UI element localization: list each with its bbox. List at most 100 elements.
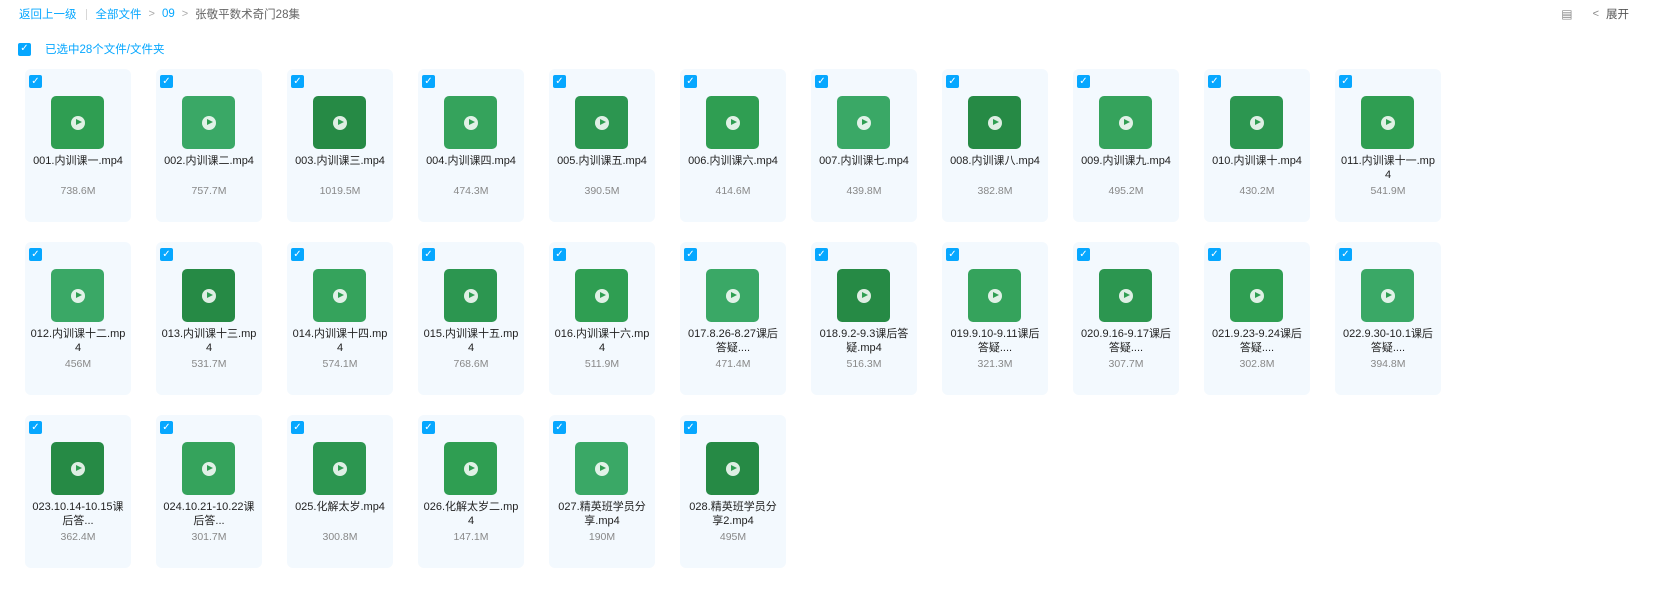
file-checkbox[interactable]: ✓ [1208, 248, 1221, 261]
file-name: 012.内训课十二.mp4 [30, 328, 126, 354]
file-checkbox[interactable]: ✓ [553, 75, 566, 88]
file-checkbox[interactable]: ✓ [946, 248, 959, 261]
video-thumbnail [182, 96, 235, 149]
file-checkbox[interactable]: ✓ [553, 248, 566, 261]
play-icon [201, 115, 216, 130]
play-icon [332, 115, 347, 130]
file-checkbox[interactable]: ✓ [684, 248, 697, 261]
video-thumbnail [51, 96, 104, 149]
file-card[interactable]: ✓ 017.8.26-8.27课后答疑.... 471.4M [680, 242, 786, 395]
file-card[interactable]: ✓ 003.内训课三.mp4 1019.5M [287, 69, 393, 222]
file-checkbox[interactable]: ✓ [291, 421, 304, 434]
file-card[interactable]: ✓ 019.9.10-9.11课后答疑.... 321.3M [942, 242, 1048, 395]
file-card[interactable]: ✓ 020.9.16-9.17课后答疑.... 307.7M [1073, 242, 1179, 395]
file-checkbox[interactable]: ✓ [160, 75, 173, 88]
file-checkbox[interactable]: ✓ [160, 421, 173, 434]
file-checkbox[interactable]: ✓ [422, 248, 435, 261]
file-size: 394.8M [1370, 358, 1406, 370]
video-thumbnail [575, 269, 628, 322]
file-card[interactable]: ✓ 010.内训课十.mp4 430.2M [1204, 69, 1310, 222]
play-icon [1118, 288, 1133, 303]
video-thumbnail [837, 96, 890, 149]
file-size: 474.3M [453, 185, 489, 197]
file-name: 016.内训课十六.mp4 [554, 328, 650, 354]
breadcrumb-current-folder: 张敬平数术奇门28集 [195, 9, 300, 21]
file-checkbox[interactable]: ✓ [29, 421, 42, 434]
file-checkbox[interactable]: ✓ [422, 75, 435, 88]
select-all-checkbox[interactable]: ✓ [18, 42, 31, 56]
file-card[interactable]: ✓ 007.内训课七.mp4 439.8M [811, 69, 917, 222]
file-checkbox[interactable]: ✓ [684, 75, 697, 88]
file-card[interactable]: ✓ 002.内训课二.mp4 757.7M [156, 69, 262, 222]
file-checkbox[interactable]: ✓ [815, 75, 828, 88]
file-checkbox[interactable]: ✓ [29, 75, 42, 88]
selection-count: 已选中28个文件/文件夹 [45, 44, 165, 56]
file-card[interactable]: ✓ 025.化解太岁.mp4 300.8M [287, 415, 393, 568]
file-name: 015.内训课十五.mp4 [423, 328, 519, 354]
file-card[interactable]: ✓ 024.10.21-10.22课后答... 301.7M [156, 415, 262, 568]
back-link[interactable]: 返回上一级 [19, 6, 77, 22]
video-thumbnail [182, 269, 235, 322]
file-size: 768.6M [453, 358, 489, 370]
file-size: 738.6M [60, 185, 96, 197]
file-card[interactable]: ✓ 006.内训课六.mp4 414.6M [680, 69, 786, 222]
file-size: 382.8M [977, 185, 1013, 197]
video-thumbnail [313, 269, 366, 322]
file-card[interactable]: ✓ 015.内训课十五.mp4 768.6M [418, 242, 524, 395]
video-thumbnail [575, 442, 628, 495]
file-size: 511.9M [584, 358, 620, 370]
file-checkbox[interactable]: ✓ [160, 248, 173, 261]
file-card[interactable]: ✓ 009.内训课九.mp4 495.2M [1073, 69, 1179, 222]
view-tools: ▤ < 展开 [1561, 6, 1629, 22]
file-card[interactable]: ✓ 026.化解太岁二.mp4 147.1M [418, 415, 524, 568]
play-icon [856, 115, 871, 130]
file-card[interactable]: ✓ 013.内训课十三.mp4 531.7M [156, 242, 262, 395]
file-card[interactable]: ✓ 011.内训课十一.mp4 541.9M [1335, 69, 1441, 222]
play-icon [201, 461, 216, 476]
file-card[interactable]: ✓ 027.精英班学员分享.mp4 190M [549, 415, 655, 568]
expand-button[interactable]: 展开 [1606, 6, 1629, 22]
file-checkbox[interactable]: ✓ [553, 421, 566, 434]
file-card[interactable]: ✓ 018.9.2-9.3课后答疑.mp4 516.3M [811, 242, 917, 395]
file-checkbox[interactable]: ✓ [1077, 248, 1090, 261]
file-card[interactable]: ✓ 028.精英班学员分享2.mp4 495M [680, 415, 786, 568]
file-checkbox[interactable]: ✓ [291, 75, 304, 88]
file-card[interactable]: ✓ 004.内训课四.mp4 474.3M [418, 69, 524, 222]
file-card[interactable]: ✓ 005.内训课五.mp4 390.5M [549, 69, 655, 222]
chevron-left-icon[interactable]: < [1593, 8, 1599, 20]
file-card[interactable]: ✓ 022.9.30-10.1课后答疑.... 394.8M [1335, 242, 1441, 395]
file-name: 024.10.21-10.22课后答... [163, 501, 255, 527]
video-thumbnail [313, 442, 366, 495]
file-name: 003.内训课三.mp4 [295, 155, 385, 167]
file-card[interactable]: ✓ 023.10.14-10.15课后答... 362.4M [25, 415, 131, 568]
file-checkbox[interactable]: ✓ [1339, 248, 1352, 261]
file-card[interactable]: ✓ 014.内训课十四.mp4 574.1M [287, 242, 393, 395]
file-checkbox[interactable]: ✓ [422, 421, 435, 434]
video-thumbnail [706, 96, 759, 149]
breadcrumb: 返回上一级 全部文件 > 09 > 张敬平数术奇门28集 [19, 6, 300, 22]
file-checkbox[interactable]: ✓ [29, 248, 42, 261]
file-size: 531.7M [191, 358, 227, 370]
file-checkbox[interactable]: ✓ [684, 421, 697, 434]
video-thumbnail [444, 442, 497, 495]
list-view-icon[interactable]: ▤ [1561, 7, 1572, 21]
file-card[interactable]: ✓ 001.内训课一.mp4 738.6M [25, 69, 131, 222]
file-checkbox[interactable]: ✓ [946, 75, 959, 88]
file-card[interactable]: ✓ 008.内训课八.mp4 382.8M [942, 69, 1048, 222]
file-checkbox[interactable]: ✓ [1208, 75, 1221, 88]
video-thumbnail [968, 96, 1021, 149]
breadcrumb-all-files[interactable]: 全部文件 [96, 6, 142, 22]
file-checkbox[interactable]: ✓ [815, 248, 828, 261]
play-icon [70, 288, 85, 303]
file-checkbox[interactable]: ✓ [291, 248, 304, 261]
video-thumbnail [444, 269, 497, 322]
file-card[interactable]: ✓ 016.内训课十六.mp4 511.9M [549, 242, 655, 395]
file-checkbox[interactable]: ✓ [1077, 75, 1090, 88]
file-name: 020.9.16-9.17课后答疑.... [1081, 328, 1171, 354]
file-checkbox[interactable]: ✓ [1339, 75, 1352, 88]
file-card[interactable]: ✓ 021.9.23-9.24课后答疑.... 302.8M [1204, 242, 1310, 395]
file-card[interactable]: ✓ 012.内训课十二.mp4 456M [25, 242, 131, 395]
file-name: 018.9.2-9.3课后答疑.mp4 [819, 328, 909, 354]
file-name: 010.内训课十.mp4 [1212, 155, 1302, 167]
breadcrumb-folder-09[interactable]: 09 [162, 8, 175, 20]
